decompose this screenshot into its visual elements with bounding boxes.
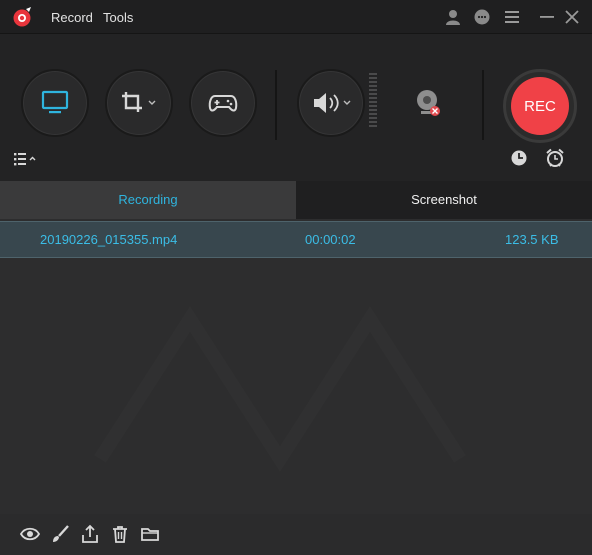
file-size: 123.5 KB: [505, 232, 559, 247]
share-icon[interactable]: [80, 524, 100, 544]
tab-bar: Recording Screenshot: [0, 181, 592, 219]
tab-recording[interactable]: Recording: [0, 181, 296, 219]
list-icon[interactable]: [13, 152, 39, 166]
close-icon[interactable]: [563, 8, 581, 26]
recording-list: 20190226_015355.mp4 00:00:02 123.5 KB: [0, 219, 592, 514]
gamepad-icon: [208, 95, 238, 112]
chevron-down-icon: [148, 100, 156, 105]
rec-button[interactable]: REC: [511, 77, 569, 135]
bottom-toolbar: [0, 514, 592, 555]
menu-tools[interactable]: Tools: [103, 10, 133, 25]
eye-icon[interactable]: [20, 524, 40, 544]
chat-icon[interactable]: [473, 8, 491, 26]
chevron-down-icon: [343, 100, 351, 105]
rec-button-ring: REC: [503, 69, 577, 143]
title-bar: Record Tools: [0, 0, 592, 33]
clock-icon[interactable]: [510, 149, 528, 167]
speaker-icon: [314, 93, 351, 113]
controls-divider: [275, 70, 277, 140]
tab-screenshot[interactable]: Screenshot: [296, 181, 592, 219]
minimize-icon[interactable]: [538, 8, 556, 26]
volume-level-meter: [369, 73, 377, 127]
screen-capture-button[interactable]: [21, 69, 89, 137]
crop-region-icon: [122, 92, 156, 112]
brush-icon[interactable]: [50, 524, 70, 544]
chevron-up-icon: [29, 156, 36, 161]
folder-icon[interactable]: [140, 524, 160, 544]
region-select-button[interactable]: [105, 69, 173, 137]
monitor-icon: [41, 90, 69, 114]
controls-divider: [482, 70, 484, 140]
system-sound-button[interactable]: [297, 69, 365, 137]
game-recorder-button[interactable]: [189, 69, 257, 137]
menu-record[interactable]: Record: [51, 10, 93, 25]
alarm-icon[interactable]: [545, 148, 565, 168]
watermark-background: [94, 306, 466, 472]
user-icon[interactable]: [444, 8, 462, 26]
menu-lines-icon[interactable]: [503, 8, 521, 26]
webcam-icon[interactable]: [414, 88, 442, 118]
file-name: 20190226_015355.mp4: [40, 232, 178, 247]
trash-icon[interactable]: [110, 524, 130, 544]
app-logo-icon: [13, 7, 31, 27]
list-item[interactable]: 20190226_015355.mp4 00:00:02 123.5 KB: [0, 221, 592, 258]
file-duration: 00:00:02: [305, 232, 356, 247]
